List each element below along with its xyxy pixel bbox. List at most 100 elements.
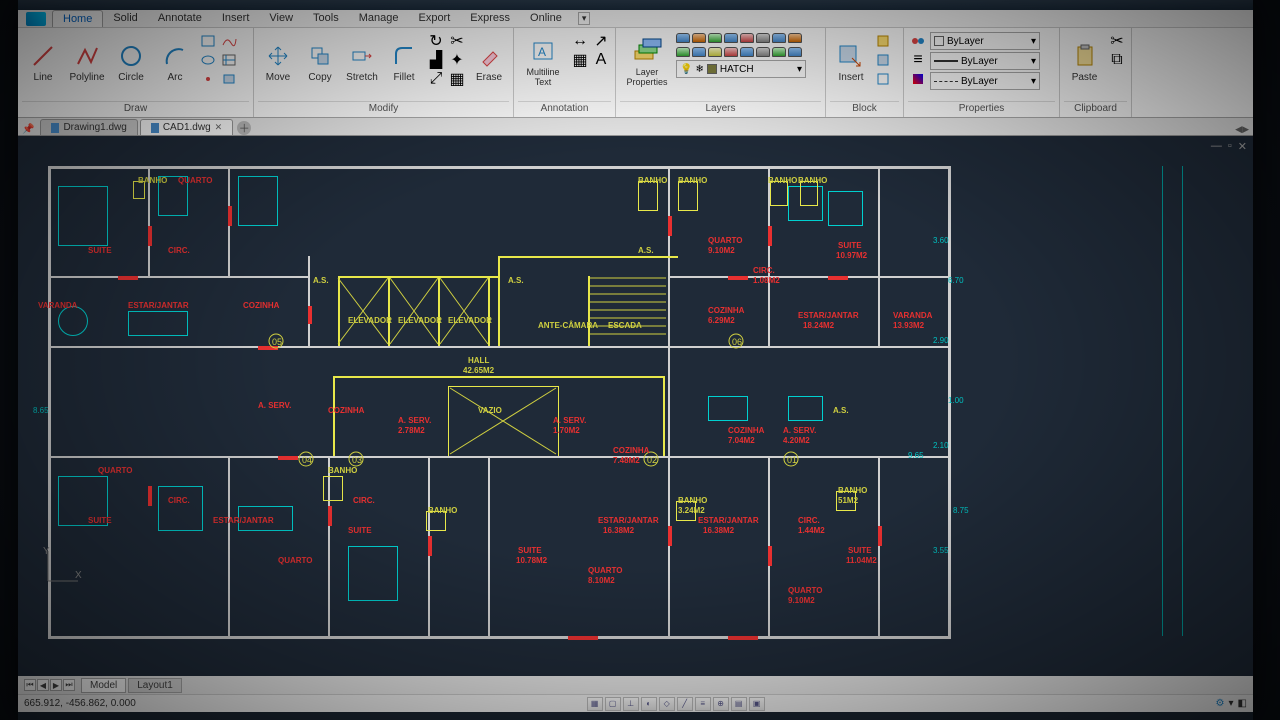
layer-properties-button[interactable]: Layer Properties <box>620 30 674 94</box>
polar-icon[interactable]: ◐ <box>641 697 657 711</box>
tool-multiline-text[interactable]: AMultiline Text <box>518 30 568 94</box>
room-label: BANHO <box>638 176 667 185</box>
svg-text:A: A <box>538 45 546 59</box>
close-icon[interactable]: ✕ <box>1238 140 1247 153</box>
tool-dim-icon[interactable]: ↔ <box>570 32 590 50</box>
tool-insert-block[interactable]: Insert <box>830 30 872 94</box>
qp-icon[interactable]: ▤ <box>731 697 747 711</box>
layer-current-select[interactable]: 💡❄HATCH▾ <box>676 60 806 78</box>
tool-hatch-icon[interactable] <box>219 51 239 69</box>
panel-modify-title: Modify <box>258 101 509 115</box>
prop-color-select[interactable]: ByLayer▾ <box>930 32 1040 50</box>
menu-tab-online[interactable]: Online <box>520 10 572 27</box>
prop-linetype-select[interactable]: ByLayer▾ <box>930 72 1040 90</box>
room-label: SUITE <box>348 526 372 535</box>
prop-lineweight-select[interactable]: ByLayer▾ <box>930 52 1040 70</box>
menu-tab-export[interactable]: Export <box>408 10 460 27</box>
tool-move[interactable]: Move <box>258 30 298 94</box>
menu-tab-view[interactable]: View <box>259 10 303 27</box>
tab-last-icon[interactable]: ⏭ <box>63 679 75 691</box>
room-label: 2.10 <box>933 441 949 450</box>
room-label: A. SERV. <box>783 426 816 435</box>
room-label: QUARTO <box>708 236 743 245</box>
lwt-icon[interactable]: ≡ <box>695 697 711 711</box>
tool-circle[interactable]: Circle <box>110 30 152 94</box>
file-tab[interactable]: CAD1.dwg✕ <box>140 119 233 135</box>
room-label: BANHO <box>678 176 707 185</box>
menu-tab-home[interactable]: Home <box>52 10 103 27</box>
menu-tab-insert[interactable]: Insert <box>212 10 260 27</box>
tool-edit-block-icon[interactable] <box>874 51 894 69</box>
tool-rotate-icon[interactable]: ↻ <box>426 32 446 50</box>
svg-text:01: 01 <box>787 455 797 465</box>
tool-erase[interactable]: Erase <box>469 30 509 94</box>
room-label: BANHO <box>138 176 167 185</box>
menu-tab-express[interactable]: Express <box>460 10 520 27</box>
panel-annotation-title: Annotation <box>518 101 611 115</box>
ribbon-dropdown-icon[interactable]: ▾ <box>578 12 591 25</box>
tool-scale-icon[interactable]: ⤢ <box>426 70 446 88</box>
tool-point-icon[interactable] <box>198 70 218 88</box>
tool-spline-icon[interactable] <box>219 32 239 50</box>
new-tab-icon[interactable]: ＋ <box>237 121 251 135</box>
tool-stretch[interactable]: Stretch <box>342 30 382 94</box>
tool-table-icon[interactable]: ▦ <box>570 51 590 69</box>
minimize-icon[interactable]: — <box>1211 140 1222 153</box>
workspace-icon[interactable]: ◧ <box>1238 698 1247 709</box>
annoscale-icon[interactable]: ▾ <box>1229 698 1234 709</box>
tool-paste[interactable]: Paste <box>1064 30 1105 94</box>
menu-tab-annotate[interactable]: Annotate <box>148 10 212 27</box>
tool-trim-icon[interactable]: ✂ <box>447 32 467 50</box>
svg-text:05: 05 <box>272 337 282 347</box>
menu-tab-manage[interactable]: Manage <box>349 10 409 27</box>
settings-icon[interactable]: ⚙ <box>1216 698 1225 709</box>
tool-rect-icon[interactable] <box>198 32 218 50</box>
pin-icon[interactable]: 📌 <box>22 124 34 135</box>
dyn-icon[interactable]: ⊕ <box>713 697 729 711</box>
tab-next-icon[interactable]: ▶ <box>50 679 62 691</box>
tool-region-icon[interactable] <box>219 70 239 88</box>
svg-text:03: 03 <box>352 455 362 465</box>
room-label: A.S. <box>833 406 849 415</box>
room-label: 9.10M2 <box>788 596 815 605</box>
room-label: 9.65 <box>908 451 924 460</box>
maximize-icon[interactable]: ▫ <box>1228 140 1232 153</box>
layout-tab-model[interactable]: Model <box>81 678 126 693</box>
room-label: ELEVADOR <box>348 316 392 325</box>
prop-match-icon[interactable] <box>908 32 928 50</box>
tool-ellipse-icon[interactable] <box>198 51 218 69</box>
menu-tab-solid[interactable]: Solid <box>103 10 147 27</box>
snap-grid-icon[interactable]: ▦ <box>587 697 603 711</box>
prop-list-icon[interactable]: ≡ <box>908 51 928 69</box>
close-tab-icon[interactable]: ✕ <box>215 122 223 133</box>
tab-prev-icon[interactable]: ◀ <box>37 679 49 691</box>
prop-lw-label: ByLayer <box>961 56 998 67</box>
file-tab[interactable]: Drawing1.dwg <box>40 119 137 135</box>
tool-fillet[interactable]: Fillet <box>384 30 424 94</box>
snap-mode-icon[interactable]: ▢ <box>605 697 621 711</box>
room-label: 1.44M2 <box>798 526 825 535</box>
drawing-canvas[interactable]: — ▫ ✕ <box>18 136 1253 676</box>
tab-first-icon[interactable]: ⏮ <box>24 679 36 691</box>
tool-copy[interactable]: Copy <box>300 30 340 94</box>
tool-line[interactable]: Line <box>22 30 64 94</box>
tool-cut-icon[interactable]: ✂ <box>1107 32 1127 50</box>
tool-mirror-icon[interactable]: ▟ <box>426 51 446 69</box>
tool-leader-icon[interactable]: ↗ <box>591 32 611 50</box>
tool-attr-icon[interactable] <box>874 70 894 88</box>
tool-arc[interactable]: Arc <box>154 30 196 94</box>
sc-icon[interactable]: ▣ <box>749 697 765 711</box>
tool-explode-icon[interactable]: ✦ <box>447 51 467 69</box>
tool-polyline[interactable]: Polyline <box>66 30 108 94</box>
menu-tab-tools[interactable]: Tools <box>303 10 349 27</box>
tab-scroll-icon[interactable]: ◀▶ <box>1235 124 1249 135</box>
ortho-icon[interactable]: ⊥ <box>623 697 639 711</box>
tool-copy2-icon[interactable]: ⧉ <box>1107 51 1127 69</box>
otrack-icon[interactable]: ╱ <box>677 697 693 711</box>
osnap-icon[interactable]: ◇ <box>659 697 675 711</box>
layout-tab-layout1[interactable]: Layout1 <box>128 678 182 693</box>
tool-text-icon[interactable]: A <box>591 51 611 69</box>
tool-array-icon[interactable]: ▦ <box>447 70 467 88</box>
prop-color-icon[interactable] <box>908 70 928 88</box>
tool-create-block-icon[interactable] <box>874 32 894 50</box>
